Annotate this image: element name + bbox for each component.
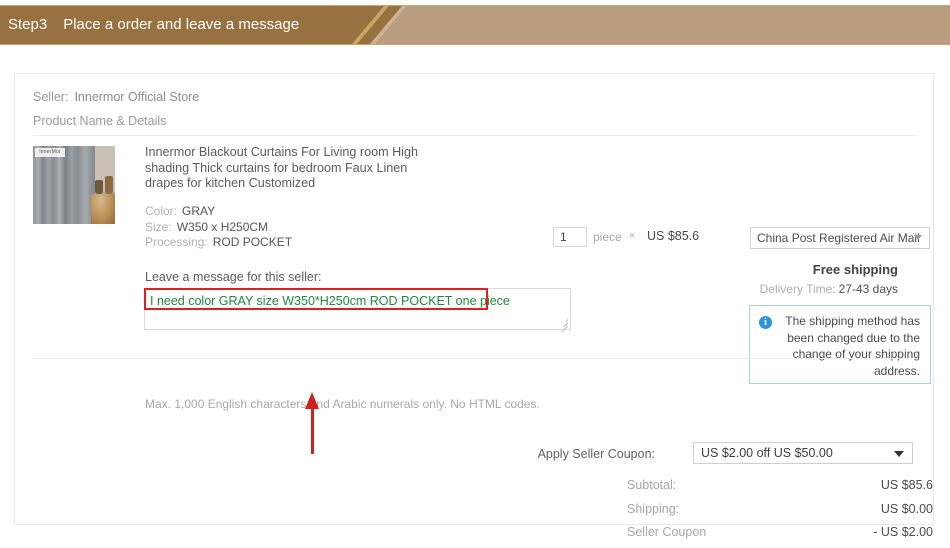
totals-block: Subtotal: US $85.6 Shipping: US $0.00 Se… bbox=[613, 478, 933, 548]
totals-row-shipping: Shipping: US $0.00 bbox=[613, 502, 933, 526]
product-attributes: Color: GRAY Size: W350 x H250CM Processing… bbox=[145, 204, 292, 251]
multiply-symbol: × bbox=[629, 230, 636, 242]
chevron-down-icon bbox=[914, 235, 922, 240]
resize-handle-icon[interactable] bbox=[559, 318, 569, 333]
chevron-down-icon bbox=[894, 451, 904, 457]
info-icon: i bbox=[759, 316, 772, 329]
shipping-notice-text: The shipping method has been changed due… bbox=[785, 314, 920, 378]
delivery-time-row: Delivery Time: 27-43 days bbox=[760, 282, 898, 296]
divider-top bbox=[33, 135, 917, 136]
seller-coupon-value: US $2.00 off US $50.00 bbox=[701, 446, 833, 460]
seller-row: Seller: Innermor Official Store bbox=[33, 90, 199, 104]
attribute-row-processing: Processing: ROD POCKET bbox=[145, 235, 292, 251]
message-hint: Max. 1,000 English characters and Arabic… bbox=[145, 397, 540, 411]
seller-label: Seller: bbox=[33, 90, 69, 104]
seller-coupon-select[interactable]: US $2.00 off US $50.00 bbox=[693, 442, 913, 464]
quantity-unit-label: piece bbox=[593, 230, 622, 244]
thumbnail-stump-table bbox=[91, 194, 115, 224]
order-panel: Seller: Innermor Official Store Product N… bbox=[14, 73, 934, 539]
attribute-value-size: W350 x H250CM bbox=[176, 219, 269, 234]
subtotal-value: US $85.6 bbox=[880, 478, 933, 492]
banner-text: Step3 Place a order and leave a message bbox=[8, 6, 299, 44]
thumbnail-watermark: InnerMor bbox=[35, 148, 65, 157]
attribute-key-processing: Processing: bbox=[145, 235, 208, 249]
arrow-shaft bbox=[311, 406, 314, 454]
thumbnail-jar-left bbox=[95, 180, 103, 194]
seller-name[interactable]: Innermor Official Store bbox=[74, 90, 199, 104]
message-textarea[interactable]: I need color GRAY size W350*H250cm ROD P… bbox=[144, 288, 571, 333]
attribute-key-size: Size: bbox=[145, 219, 172, 234]
seller-coupon-label: Seller Coupon bbox=[627, 525, 707, 539]
coupon-label: Apply Seller Coupon: bbox=[537, 447, 655, 461]
delivery-time-value: 27-43 days bbox=[838, 282, 898, 296]
attribute-row-size: Size: W350 x H250CM bbox=[145, 220, 292, 236]
product-name-details-header: Product Name & Details bbox=[33, 114, 167, 128]
totals-row-seller-coupon: Seller Coupon - US $2.00 bbox=[613, 525, 933, 548]
attribute-value-color: GRAY bbox=[182, 204, 216, 218]
delivery-time-label: Delivery Time: bbox=[759, 282, 836, 296]
free-shipping-label: Free shipping bbox=[812, 262, 898, 277]
attribute-row-color: Color: GRAY bbox=[145, 204, 292, 220]
unit-price: US $85.6 bbox=[647, 229, 700, 243]
product-thumbnail[interactable]: InnerMor bbox=[33, 146, 115, 224]
shipping-cost-value: US $0.00 bbox=[880, 501, 933, 516]
subtotal-label: Subtotal: bbox=[627, 478, 677, 492]
shipping-cost-label: Shipping: bbox=[627, 501, 680, 516]
shipping-notice-box: i The shipping method has been changed d… bbox=[749, 305, 931, 384]
divider-bottom bbox=[33, 358, 917, 359]
step-label: Step3 bbox=[8, 16, 48, 33]
banner-title: Place a order and leave a message bbox=[63, 16, 300, 33]
attribute-value-processing: ROD POCKET bbox=[212, 235, 293, 249]
shipping-method-select[interactable]: China Post Registered Air Mail bbox=[750, 227, 930, 249]
message-label: Leave a message for this seller: bbox=[145, 270, 322, 284]
message-text-value: I need color GRAY size W350*H250cm ROD P… bbox=[150, 294, 510, 308]
step-banner: Step3 Place a order and leave a message bbox=[0, 5, 950, 45]
seller-coupon-amount: - US $2.00 bbox=[873, 525, 933, 539]
thumbnail-jar-right bbox=[105, 176, 113, 194]
product-title[interactable]: Innermor Blackout Curtains For Living ro… bbox=[145, 145, 445, 192]
quantity-input[interactable] bbox=[553, 227, 587, 247]
attribute-key-color: Color: bbox=[145, 204, 178, 218]
thumbnail-curtain bbox=[33, 146, 95, 224]
shipping-method-value: China Post Registered Air Mail bbox=[757, 231, 920, 245]
totals-row-subtotal: Subtotal: US $85.6 bbox=[613, 478, 933, 502]
order-page: Step3 Place a order and leave a message S… bbox=[0, 0, 950, 548]
